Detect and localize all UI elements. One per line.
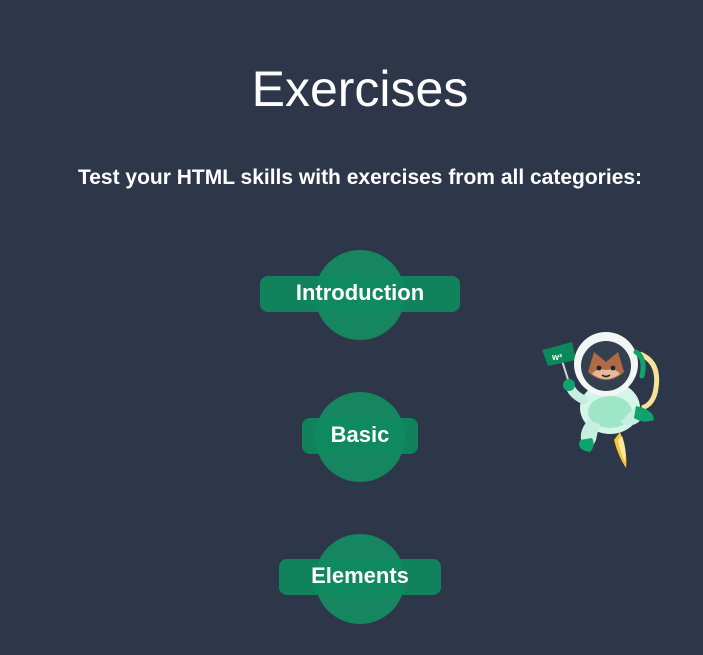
exercise-basic-button[interactable]: Basic: [302, 392, 418, 482]
flag-text: w³: [551, 352, 562, 362]
exercise-introduction-label: Introduction: [295, 280, 425, 305]
exercise-basic-label: Basic: [330, 422, 390, 447]
page-title: Exercises: [251, 61, 469, 117]
astronaut-mascot-icon: w³: [542, 332, 660, 468]
page-subtitle: Test your HTML skills with exercises fro…: [77, 166, 643, 189]
exercise-elements-label: Elements: [311, 563, 409, 588]
exercise-elements-button[interactable]: Elements: [279, 534, 441, 624]
exercise-introduction-button[interactable]: Introduction: [260, 250, 460, 340]
exercises-page: Exercises Test your HTML skills with exe…: [0, 0, 703, 655]
